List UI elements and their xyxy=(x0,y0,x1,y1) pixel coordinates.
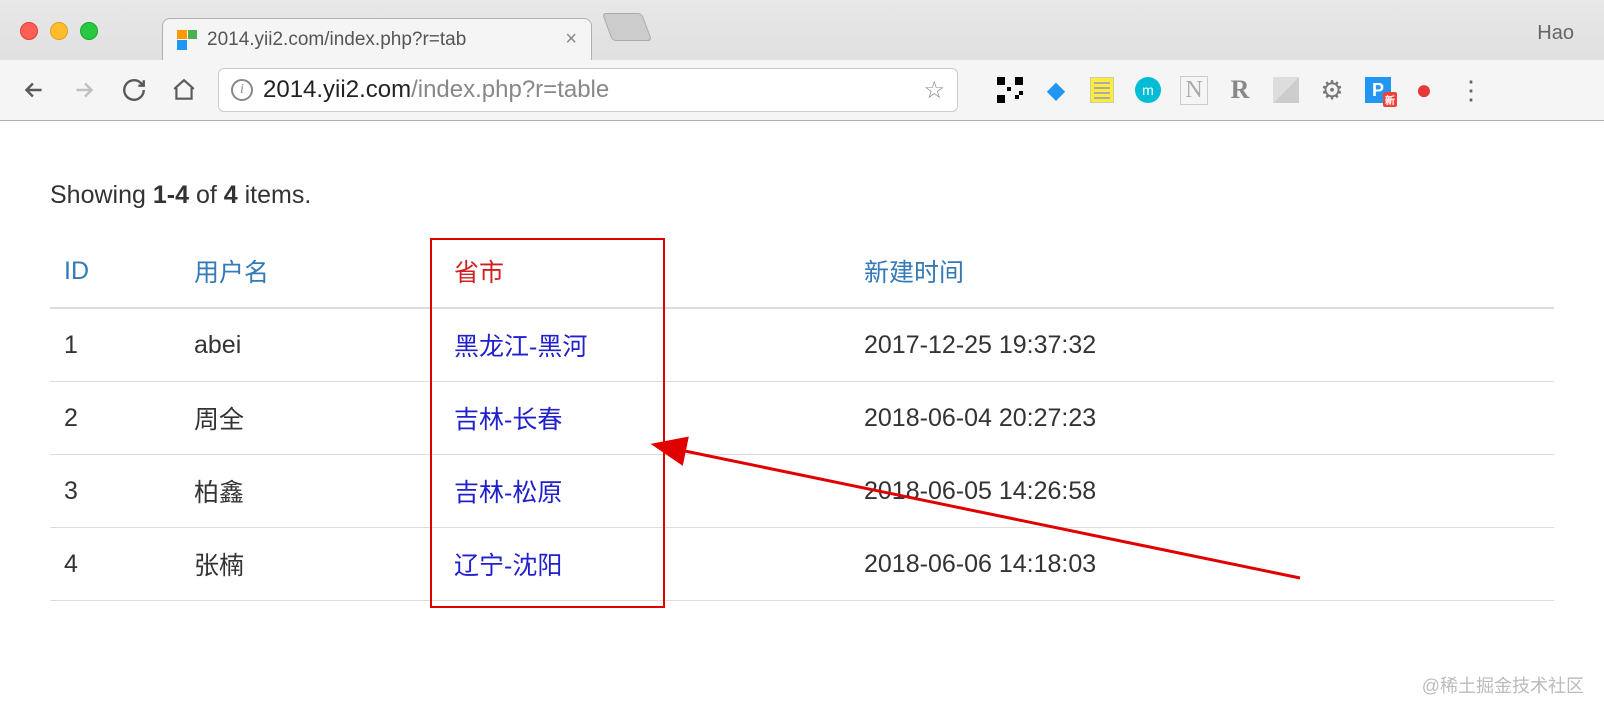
profile-name[interactable]: Hao xyxy=(1537,22,1574,45)
minimize-window-button[interactable] xyxy=(50,22,68,40)
cell-id: 3 xyxy=(50,455,180,528)
browser-chrome: 2014.yii2.com/index.php?r=tab × Hao i 20… xyxy=(0,0,1604,121)
p-extension-icon[interactable]: P xyxy=(1364,76,1392,104)
summary-mid: of xyxy=(189,181,224,209)
table-row: 2周全吉林-长春2018-06-04 20:27:23 xyxy=(50,382,1554,455)
summary-suffix: items. xyxy=(238,181,312,209)
cell-id: 4 xyxy=(50,528,180,601)
notes-extension-icon[interactable] xyxy=(1088,76,1116,104)
cell-username: 周全 xyxy=(180,382,440,455)
close-window-button[interactable] xyxy=(20,22,38,40)
cell-id: 1 xyxy=(50,308,180,382)
reload-button[interactable] xyxy=(118,74,150,106)
cell-username: 柏鑫 xyxy=(180,455,440,528)
cell-province: 吉林-长春 xyxy=(440,382,850,455)
cell-created: 2018-06-04 20:27:23 xyxy=(850,382,1554,455)
cell-id: 2 xyxy=(50,382,180,455)
cell-username: abei xyxy=(180,308,440,382)
site-info-icon[interactable]: i xyxy=(231,79,253,101)
table-row: 1abei黑龙江-黑河2017-12-25 19:37:32 xyxy=(50,308,1554,382)
url-path: /index.php?r=table xyxy=(411,76,609,103)
browser-menu-button[interactable]: ⋮ xyxy=(1456,76,1484,104)
new-tab-button[interactable] xyxy=(602,13,652,41)
extension-icons: ◆ m N R ⚙ P ● ⋮ xyxy=(996,76,1484,104)
tab-favicon-icon xyxy=(177,30,197,50)
table-header-row: ID 用户名 省市 新建时间 xyxy=(50,235,1554,308)
summary-total: 4 xyxy=(224,181,238,209)
header-username[interactable]: 用户名 xyxy=(194,259,269,287)
maximize-window-button[interactable] xyxy=(80,22,98,40)
window-controls xyxy=(20,22,98,40)
tab-bar: 2014.yii2.com/index.php?r=tab × Hao xyxy=(0,0,1604,60)
cell-created: 2018-06-06 14:18:03 xyxy=(850,528,1554,601)
header-id[interactable]: ID xyxy=(64,257,89,285)
teal-extension-icon[interactable]: m xyxy=(1134,76,1162,104)
tiles-extension-icon[interactable] xyxy=(1272,76,1300,104)
gear-extension-icon[interactable]: ⚙ xyxy=(1318,76,1346,104)
data-table: ID 用户名 省市 新建时间 1abei黑龙江-黑河2017-12-25 19:… xyxy=(50,235,1554,601)
bookmark-star-icon[interactable]: ☆ xyxy=(923,76,945,105)
cell-created: 2017-12-25 19:37:32 xyxy=(850,308,1554,382)
home-button[interactable] xyxy=(168,74,200,106)
qr-extension-icon[interactable] xyxy=(996,76,1024,104)
r-extension-icon[interactable]: R xyxy=(1226,76,1254,104)
tab-close-button[interactable]: × xyxy=(565,28,577,51)
cell-province: 吉林-松原 xyxy=(440,455,850,528)
browser-tab[interactable]: 2014.yii2.com/index.php?r=tab × xyxy=(162,18,592,60)
watermark: @稀土掘金技术社区 xyxy=(1422,672,1584,698)
forward-button[interactable] xyxy=(68,74,100,106)
cell-username: 张楠 xyxy=(180,528,440,601)
table-row: 3柏鑫吉林-松原2018-06-05 14:26:58 xyxy=(50,455,1554,528)
n-extension-icon[interactable]: N xyxy=(1180,76,1208,104)
summary-range: 1-4 xyxy=(153,181,189,209)
header-created[interactable]: 新建时间 xyxy=(864,259,964,287)
page-content: Showing 1-4 of 4 items. ID 用户名 省市 新建时间 1… xyxy=(0,121,1604,661)
grid-summary: Showing 1-4 of 4 items. xyxy=(50,181,1554,210)
back-button[interactable] xyxy=(18,74,50,106)
cell-province: 黑龙江-黑河 xyxy=(440,308,850,382)
cell-province: 辽宁-沈阳 xyxy=(440,528,850,601)
cell-created: 2018-06-05 14:26:58 xyxy=(850,455,1554,528)
url-host: 2014.yii2.com xyxy=(263,76,411,103)
tab-title: 2014.yii2.com/index.php?r=tab xyxy=(207,29,466,51)
red-extension-icon[interactable]: ● xyxy=(1410,76,1438,104)
diamond-extension-icon[interactable]: ◆ xyxy=(1042,76,1070,104)
url-text: 2014.yii2.com/index.php?r=table xyxy=(263,76,913,104)
toolbar: i 2014.yii2.com/index.php?r=table ☆ ◆ m … xyxy=(0,60,1604,120)
address-bar[interactable]: i 2014.yii2.com/index.php?r=table ☆ xyxy=(218,68,958,112)
header-province[interactable]: 省市 xyxy=(454,259,504,287)
table-row: 4张楠辽宁-沈阳2018-06-06 14:18:03 xyxy=(50,528,1554,601)
summary-prefix: Showing xyxy=(50,181,153,209)
